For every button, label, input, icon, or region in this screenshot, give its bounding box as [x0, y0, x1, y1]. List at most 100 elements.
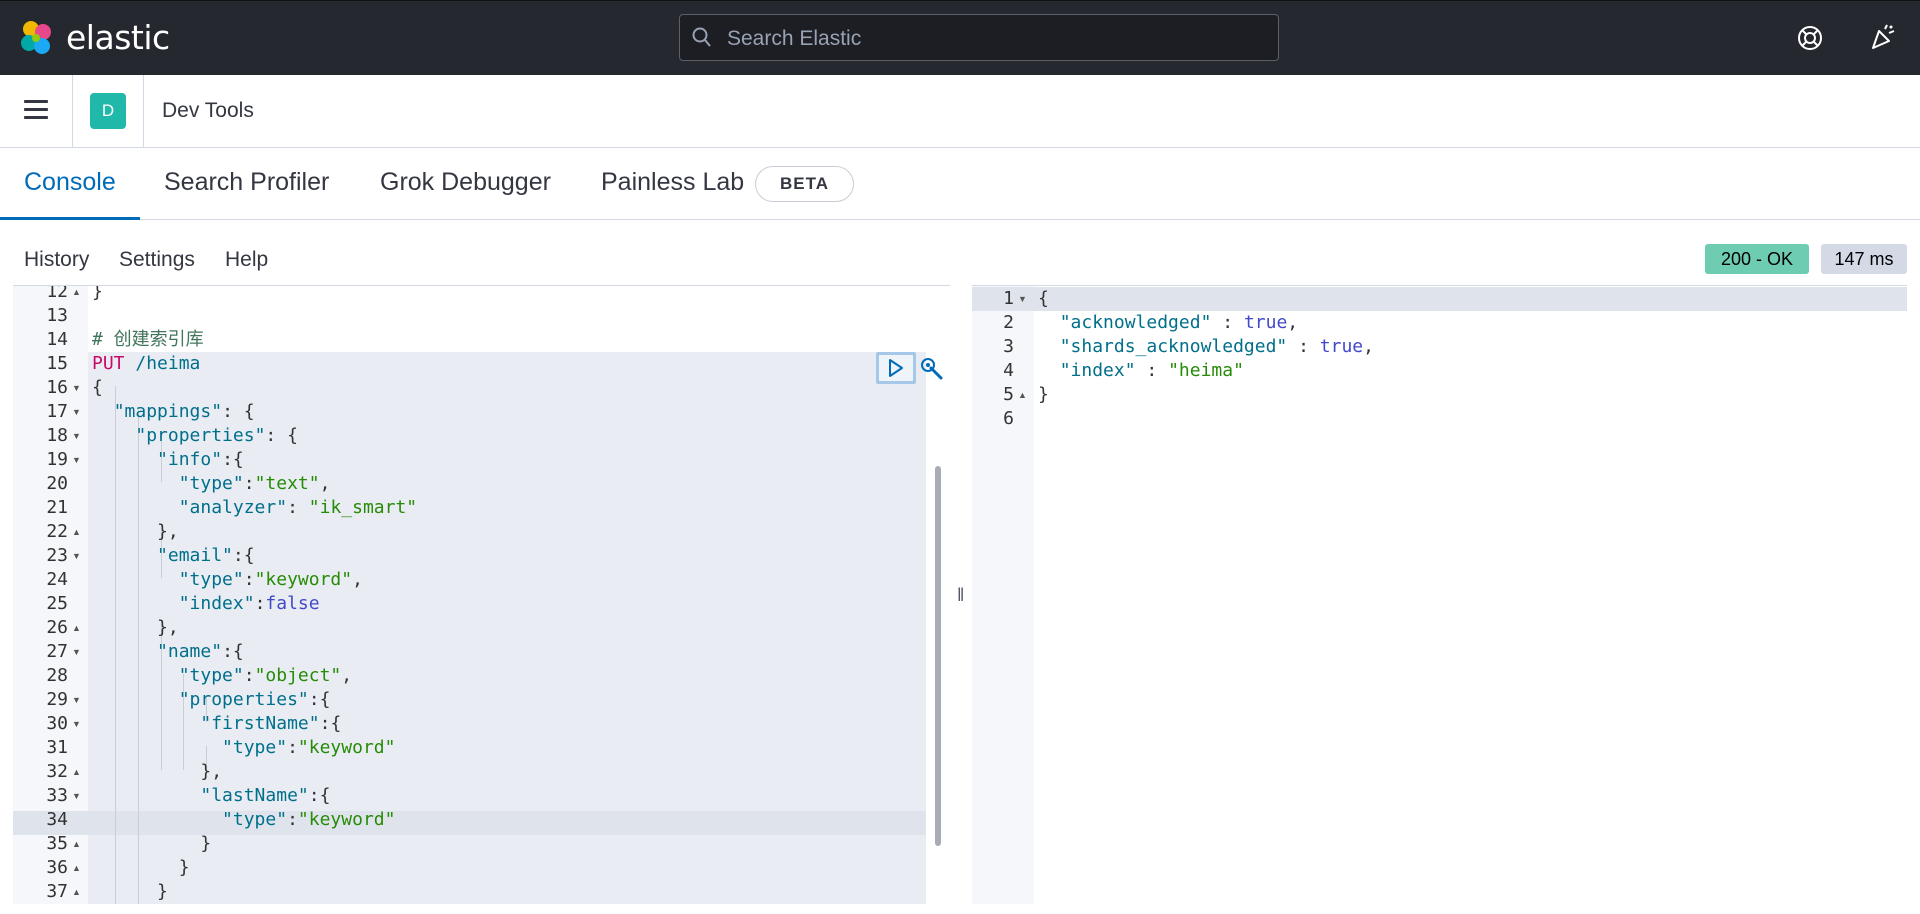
fold-close-icon[interactable]: ▲: [72, 880, 81, 904]
request-code-line[interactable]: "lastName":{: [92, 784, 950, 808]
request-code-line[interactable]: "properties": {: [92, 424, 950, 448]
request-code-line[interactable]: "name":{: [92, 640, 950, 664]
fold-open-icon[interactable]: ▼: [72, 784, 81, 808]
breadcrumb-current: Dev Tools: [162, 99, 254, 122]
request-code-line[interactable]: },: [92, 520, 950, 544]
request-code-line[interactable]: {: [92, 376, 950, 400]
fold-open-icon[interactable]: ▼: [72, 688, 81, 712]
request-code-line[interactable]: }: [92, 832, 950, 856]
request-line-number: 16: [46, 377, 68, 398]
editor-scrollbar[interactable]: [935, 466, 941, 846]
request-code-line[interactable]: "type":"text",: [92, 472, 950, 496]
request-line-number: 33: [46, 785, 68, 806]
request-line-number: 23: [46, 545, 68, 566]
request-line-number: 14: [46, 329, 68, 350]
fold-close-icon[interactable]: ▲: [72, 520, 81, 544]
request-code-line[interactable]: "mappings": {: [92, 400, 950, 424]
fold-close-icon[interactable]: ▲: [72, 856, 81, 880]
search-icon: [692, 27, 711, 47]
request-code-line[interactable]: "properties":{: [92, 688, 950, 712]
help-lifebuoy-icon[interactable]: [1797, 25, 1823, 51]
request-line-number: 26: [46, 617, 68, 638]
request-line-number: 34: [46, 809, 68, 830]
request-code-line[interactable]: }: [92, 856, 950, 880]
fold-open-icon[interactable]: ▼: [72, 544, 81, 568]
hamburger-menu-icon[interactable]: [24, 100, 48, 120]
request-line-number: 21: [46, 497, 68, 518]
elastic-logo-icon[interactable]: [18, 19, 56, 57]
request-code-line[interactable]: "type":"keyword",: [92, 568, 950, 592]
help-link[interactable]: Help: [225, 248, 268, 272]
request-code-line[interactable]: }: [92, 286, 950, 304]
breadcrumb-bar: D Dev Tools: [0, 75, 1920, 148]
response-code-line[interactable]: }: [1038, 383, 1920, 407]
request-code-line[interactable]: "info":{: [92, 448, 950, 472]
request-code-line[interactable]: }: [92, 880, 950, 904]
top-header: elastic Search Elastic: [0, 0, 1920, 75]
request-code-line[interactable]: },: [92, 616, 950, 640]
request-code-line[interactable]: "type":"object",: [92, 664, 950, 688]
fold-open-icon[interactable]: ▼: [72, 400, 81, 424]
request-line-number: 35: [46, 833, 68, 854]
response-line-number: 1: [1003, 288, 1014, 309]
wrench-icon[interactable]: [919, 356, 945, 382]
fold-close-icon[interactable]: ▲: [72, 616, 81, 640]
request-code-line[interactable]: "firstName":{: [92, 712, 950, 736]
fold-open-icon[interactable]: ▼: [72, 424, 81, 448]
response-line-number: 4: [1003, 360, 1014, 381]
tab-painless-lab[interactable]: Painless Lab: [601, 168, 744, 197]
settings-link[interactable]: Settings: [119, 248, 195, 272]
request-code-line[interactable]: PUT /heima: [92, 352, 950, 376]
request-line-number: 22: [46, 521, 68, 542]
request-editor[interactable]: 12 ▲} 13 14 # 创建索引库 15 PUT /heima 16 ▼{17 ▼ "mapp…: [13, 285, 950, 904]
play-icon: [889, 359, 903, 377]
request-code-line[interactable]: "analyzer": "ik_smart": [92, 496, 950, 520]
send-request-button[interactable]: [876, 352, 916, 384]
request-line-number: 31: [46, 737, 68, 758]
fold-open-icon[interactable]: ▼: [72, 448, 81, 472]
request-code-line[interactable]: "email":{: [92, 544, 950, 568]
response-code-line[interactable]: {: [1038, 287, 1920, 311]
fold-open-icon[interactable]: ▼: [1018, 287, 1027, 311]
tab-console[interactable]: Console: [24, 168, 116, 197]
response-editor[interactable]: 1 ▼{2 "acknowledged" : true, 3 "shards_ack…: [972, 285, 1907, 904]
fold-close-icon[interactable]: ▲: [72, 832, 81, 856]
response-line-number: 2: [1003, 312, 1014, 333]
fold-open-icon[interactable]: ▼: [72, 712, 81, 736]
request-line-number: 19: [46, 449, 68, 470]
history-link[interactable]: History: [24, 248, 89, 272]
response-code-line[interactable]: "acknowledged" : true,: [1038, 311, 1920, 335]
request-code-line[interactable]: "index":false: [92, 592, 950, 616]
divider: [72, 75, 73, 148]
panel-resizer[interactable]: ‖: [950, 285, 970, 904]
brand-name[interactable]: elastic: [66, 18, 170, 57]
request-line-number: 27: [46, 641, 68, 662]
resizer-handle-icon: ‖: [957, 585, 965, 605]
beta-badge: BETA: [755, 166, 854, 202]
request-line-number: 28: [46, 665, 68, 686]
fold-close-icon[interactable]: ▲: [72, 286, 81, 304]
response-code-line[interactable]: "shards_acknowledged" : true,: [1038, 335, 1920, 359]
request-code-line[interactable]: "type":"keyword": [92, 736, 950, 760]
fold-close-icon[interactable]: ▲: [1018, 383, 1027, 407]
request-code-line[interactable]: "type":"keyword": [92, 808, 950, 832]
request-code-line[interactable]: },: [92, 760, 950, 784]
search-input[interactable]: Search Elastic: [679, 14, 1279, 61]
response-code-line[interactable]: [1038, 407, 1920, 431]
request-code-line[interactable]: # 创建索引库: [92, 328, 950, 352]
response-code-line[interactable]: "index" : "heima": [1038, 359, 1920, 383]
fold-open-icon[interactable]: ▼: [72, 640, 81, 664]
request-code-line[interactable]: [92, 304, 950, 328]
fold-open-icon[interactable]: ▼: [72, 376, 81, 400]
divider: [143, 75, 144, 148]
space-avatar[interactable]: D: [90, 93, 126, 129]
console-toolbar: History Settings Help: [0, 222, 1920, 285]
request-line-number: 36: [46, 857, 68, 878]
request-line-number: 17: [46, 401, 68, 422]
tab-grok-debugger[interactable]: Grok Debugger: [380, 168, 551, 197]
tab-search-profiler[interactable]: Search Profiler: [164, 168, 329, 197]
request-line-number: 12: [46, 285, 68, 302]
fold-close-icon[interactable]: ▲: [72, 760, 81, 784]
newsfeed-icon[interactable]: [1869, 23, 1897, 51]
response-line-number: 5: [1003, 384, 1014, 405]
